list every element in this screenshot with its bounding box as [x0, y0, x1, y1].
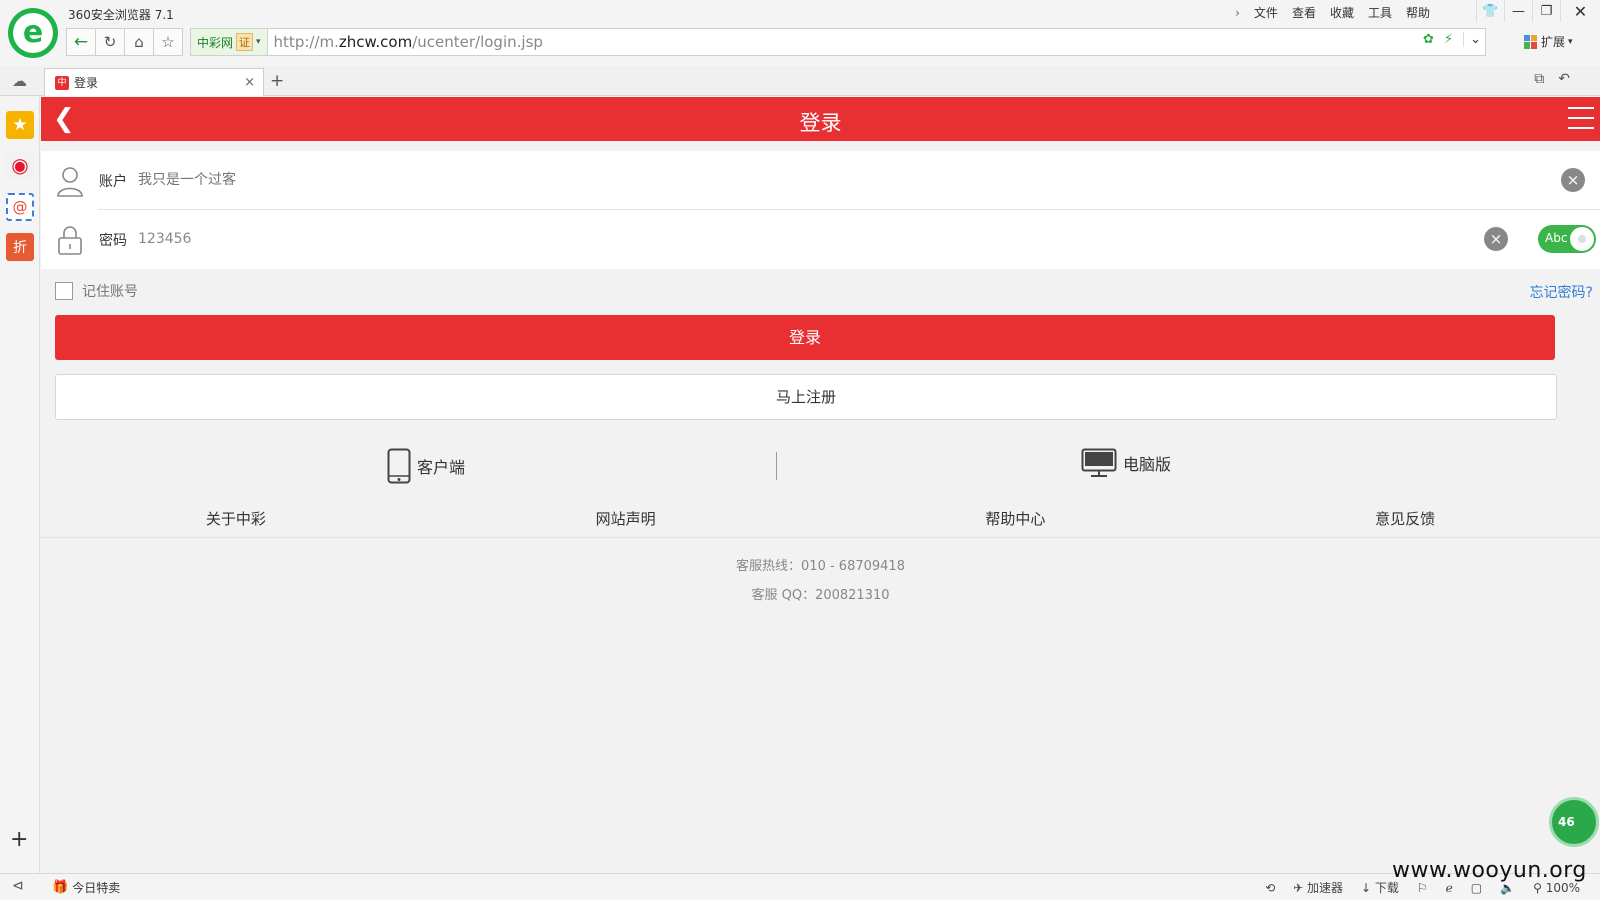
client-divider	[776, 452, 777, 480]
site-identity-badge[interactable]: 中彩网 证 ▾	[191, 29, 268, 55]
clear-password-icon[interactable]: ×	[1484, 227, 1508, 251]
favorites-star-icon[interactable]: ★	[6, 111, 34, 139]
status-clean-icon[interactable]: ⟲	[1265, 881, 1275, 895]
remember-checkbox[interactable]	[55, 282, 73, 300]
sidebar-collapse-icon[interactable]: ⊲	[12, 878, 24, 894]
extensions-dropdown-icon: ▾	[1568, 36, 1573, 47]
account-input[interactable]	[138, 168, 1438, 192]
zhcw-favicon-icon: 中	[55, 75, 69, 90]
mail-icon[interactable]: @	[6, 193, 34, 221]
site-name: 中彩网	[197, 35, 234, 50]
footer-link-feedback[interactable]: 意见反馈	[1210, 508, 1600, 538]
gift-icon: 🎁	[52, 880, 69, 895]
browser-menu: › 文件 查看 收藏 工具 帮助	[1235, 4, 1430, 21]
register-button[interactable]: 马上注册	[55, 374, 1557, 420]
floating-speed-badge[interactable]: 46	[1549, 797, 1599, 847]
monitor-icon	[1081, 448, 1117, 477]
menu-file[interactable]: 文件	[1254, 4, 1278, 21]
login-button[interactable]: 登录	[55, 315, 1555, 360]
phone-icon	[387, 448, 411, 484]
weibo-icon[interactable]: ◉	[6, 151, 34, 179]
toggle-knob	[1570, 227, 1594, 251]
security-shield-icon[interactable]: ✿	[1423, 32, 1434, 47]
web-page: ❮ 登录 账户 × 密码 × Abc	[41, 97, 1600, 873]
today-deals-link[interactable]: 🎁 今日特卖	[52, 879, 120, 896]
user-icon	[57, 167, 83, 197]
skin-icon[interactable]: 👕	[1476, 0, 1504, 22]
badge-dropdown-icon: ▾	[256, 37, 261, 47]
nav-buttons: ← ↻ ⌂ ☆	[66, 28, 183, 56]
footer-divider	[41, 537, 1600, 538]
new-tab-button[interactable]: +	[270, 71, 284, 91]
pc-version-link[interactable]: 电脑版	[1081, 448, 1171, 478]
url-text[interactable]: http://m.zhcw.com/ucenter/login.jsp	[274, 33, 543, 51]
clear-account-icon[interactable]: ×	[1561, 168, 1585, 192]
speed-mode-icon[interactable]: ⚡	[1444, 32, 1453, 47]
refresh-button[interactable]: ↻	[95, 28, 125, 56]
restore-closed-tab-icon[interactable]: ↶	[1558, 71, 1570, 87]
toggle-label: Abc	[1545, 231, 1568, 245]
login-form: 账户 × 密码 × Abc	[41, 151, 1600, 269]
client-links: 客户端 电脑版	[41, 444, 1600, 488]
tab-title: 登录	[74, 76, 99, 90]
close-window-button[interactable]: ✕	[1560, 0, 1600, 22]
sidebar-add-icon[interactable]: +	[10, 827, 28, 852]
extensions-grid-icon	[1524, 34, 1538, 49]
address-bar[interactable]: 中彩网 证 ▾ http://m.zhcw.com/ucenter/login.…	[190, 28, 1486, 56]
show-password-toggle[interactable]: Abc	[1538, 225, 1596, 253]
password-input[interactable]	[138, 227, 1438, 251]
account-row: 账户 ×	[41, 151, 1600, 210]
menu-favorites[interactable]: 收藏	[1330, 4, 1354, 21]
cert-icon: 证	[236, 33, 254, 51]
status-bar: ⊲ 🎁 今日特卖 ⟲ ✈ 加速器 ↓ 下载 ⚐ ℯ ▢ 🔈 ⚲ 100%	[0, 873, 1600, 900]
browser-sidebar: ★ ◉ @ 折 +	[0, 97, 40, 873]
page-header: ❮ 登录	[41, 97, 1600, 141]
tab-list-icon[interactable]: ⧉	[1534, 71, 1544, 87]
tab-strip: ☁ 中 登录 × + ⧉ ↶	[0, 66, 1600, 96]
window-controls: 👕 — ❐ ✕	[1476, 0, 1600, 22]
service-hotline: 客服热线：010 - 68709418	[736, 559, 905, 574]
remember-account[interactable]: 记住账号	[55, 281, 138, 301]
tab-login[interactable]: 中 登录 ×	[44, 68, 264, 96]
menu-chevron-icon[interactable]: ›	[1235, 6, 1240, 20]
menu-tools[interactable]: 工具	[1368, 4, 1392, 21]
lock-icon	[58, 226, 82, 255]
account-label: 账户	[99, 174, 127, 190]
footer-links: 关于中彩 网站声明 帮助中心 意见反馈	[41, 508, 1600, 538]
back-button[interactable]: ←	[66, 28, 96, 56]
hamburger-menu-icon[interactable]	[1568, 107, 1594, 129]
menu-view[interactable]: 查看	[1292, 4, 1316, 21]
password-label: 密码	[99, 233, 127, 249]
tab-tools: ⧉ ↶	[1534, 71, 1570, 87]
browser-logo-icon: e	[8, 8, 58, 58]
menu-help[interactable]: 帮助	[1406, 4, 1430, 21]
accelerator-button[interactable]: ✈ 加速器	[1293, 879, 1343, 896]
watermark: www.wooyun.org	[1392, 858, 1587, 883]
cloud-sync-icon[interactable]: ☁	[12, 72, 27, 90]
password-row: 密码 × Abc	[41, 210, 1600, 269]
footer-link-about[interactable]: 关于中彩	[41, 508, 431, 538]
address-dropdown-icon[interactable]: ⌄	[1463, 32, 1481, 47]
address-actions: ✿ ⚡ ⌄	[1423, 32, 1481, 47]
favorite-star-button[interactable]: ☆	[153, 28, 183, 56]
tab-close-icon[interactable]: ×	[244, 75, 255, 90]
remember-label: 记住账号	[82, 284, 138, 300]
mobile-client-link[interactable]: 客户端	[387, 448, 465, 484]
footer-link-statement[interactable]: 网站声明	[431, 508, 821, 538]
footer-link-help[interactable]: 帮助中心	[821, 508, 1211, 538]
extensions-button[interactable]: 扩展 ▾	[1524, 33, 1573, 50]
minimize-button[interactable]: —	[1504, 0, 1532, 22]
browser-titlebar: e 360安全浏览器 7.1 › 文件 查看 收藏 工具 帮助 👕 — ❐ ✕ …	[0, 0, 1600, 66]
app-title: 360安全浏览器 7.1	[68, 8, 174, 22]
maximize-button[interactable]: ❐	[1532, 0, 1560, 22]
page-title: 登录	[799, 111, 842, 135]
discount-icon[interactable]: 折	[6, 233, 34, 261]
forgot-password-link[interactable]: 忘记密码?	[1530, 282, 1593, 302]
service-qq: 客服 QQ：200821310	[751, 588, 890, 603]
home-button[interactable]: ⌂	[124, 28, 154, 56]
